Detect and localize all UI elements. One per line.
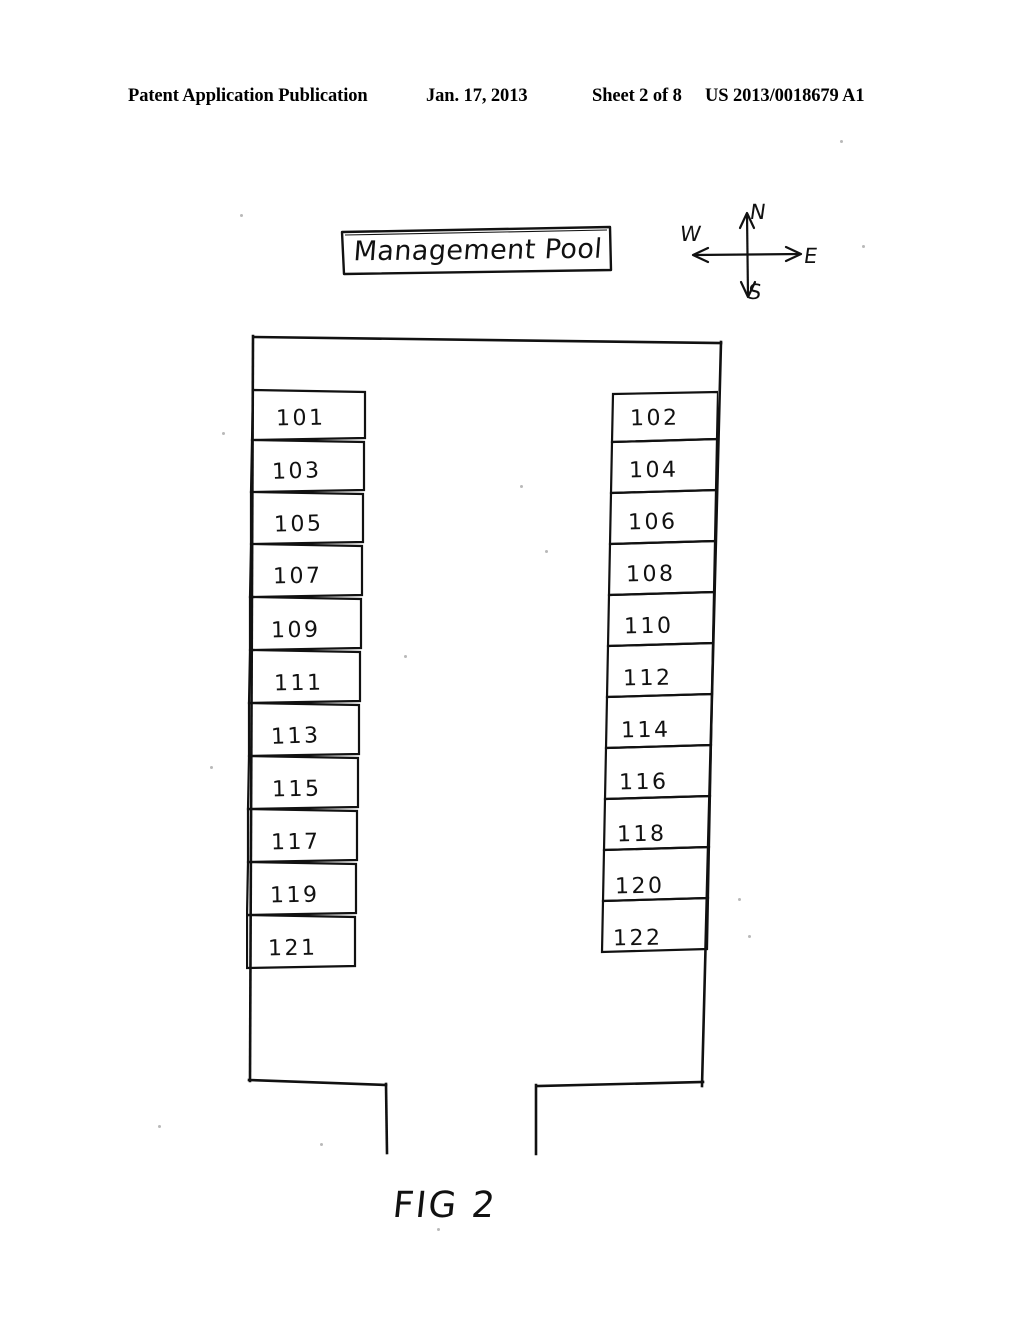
compass-north-label: N bbox=[748, 200, 768, 224]
bay-label-104: 104 bbox=[628, 457, 679, 484]
figure-caption: FIG 2 bbox=[390, 1185, 499, 1226]
compass-west-label: W bbox=[678, 222, 703, 246]
bay-label-118: 118 bbox=[616, 821, 667, 848]
bay-label-121: 121 bbox=[267, 935, 318, 962]
scan-speck bbox=[520, 485, 523, 488]
bay-label-112: 112 bbox=[622, 665, 673, 692]
scan-speck bbox=[738, 898, 741, 901]
header-publication-number: US 2013/0018679 A1 bbox=[705, 86, 865, 106]
scan-speck bbox=[158, 1125, 161, 1128]
bay-label-116: 116 bbox=[618, 769, 669, 796]
bay-label-106: 106 bbox=[627, 509, 678, 536]
bay-label-115: 115 bbox=[271, 776, 322, 803]
bay-label-120: 120 bbox=[614, 873, 665, 900]
bay-label-117: 117 bbox=[270, 829, 321, 856]
management-pool-label: Management Pool bbox=[352, 233, 604, 267]
header-publication-label: Patent Application Publication bbox=[128, 86, 368, 106]
scan-speck bbox=[840, 140, 843, 143]
management-pool-title-box: Management Pool bbox=[339, 224, 613, 276]
bay-label-101: 101 bbox=[275, 405, 326, 432]
bay-label-102: 102 bbox=[629, 405, 680, 432]
bay-label-114: 114 bbox=[620, 717, 671, 744]
patent-header: Patent Application Publication Jan. 17, … bbox=[0, 86, 1024, 114]
header-date-label: Jan. 17, 2013 bbox=[426, 86, 528, 106]
bay-label-108: 108 bbox=[625, 561, 676, 588]
scan-speck bbox=[210, 766, 213, 769]
bay-label-103: 103 bbox=[271, 458, 322, 485]
scan-speck bbox=[404, 655, 407, 658]
scan-speck bbox=[862, 245, 865, 248]
bay-label-122: 122 bbox=[612, 925, 663, 952]
compass-rose: N S W E bbox=[672, 192, 842, 317]
management-pool-enclosure-diagram: 101 103 105 107 109 111 113 115 117 119 … bbox=[230, 320, 750, 1170]
scan-speck bbox=[545, 550, 548, 553]
bay-label-119: 119 bbox=[269, 882, 320, 909]
bay-label-107: 107 bbox=[272, 563, 323, 590]
scan-speck bbox=[320, 1143, 323, 1146]
bay-label-113: 113 bbox=[270, 723, 321, 750]
bay-label-110: 110 bbox=[623, 613, 674, 640]
header-sheet-label: Sheet 2 of 8 bbox=[592, 86, 682, 106]
scan-speck bbox=[240, 214, 243, 217]
bay-label-105: 105 bbox=[273, 511, 324, 538]
bay-label-111: 111 bbox=[273, 670, 324, 697]
bay-label-109: 109 bbox=[270, 617, 321, 644]
scan-speck bbox=[222, 432, 225, 435]
scan-speck bbox=[748, 935, 751, 938]
scan-speck bbox=[437, 1228, 440, 1231]
